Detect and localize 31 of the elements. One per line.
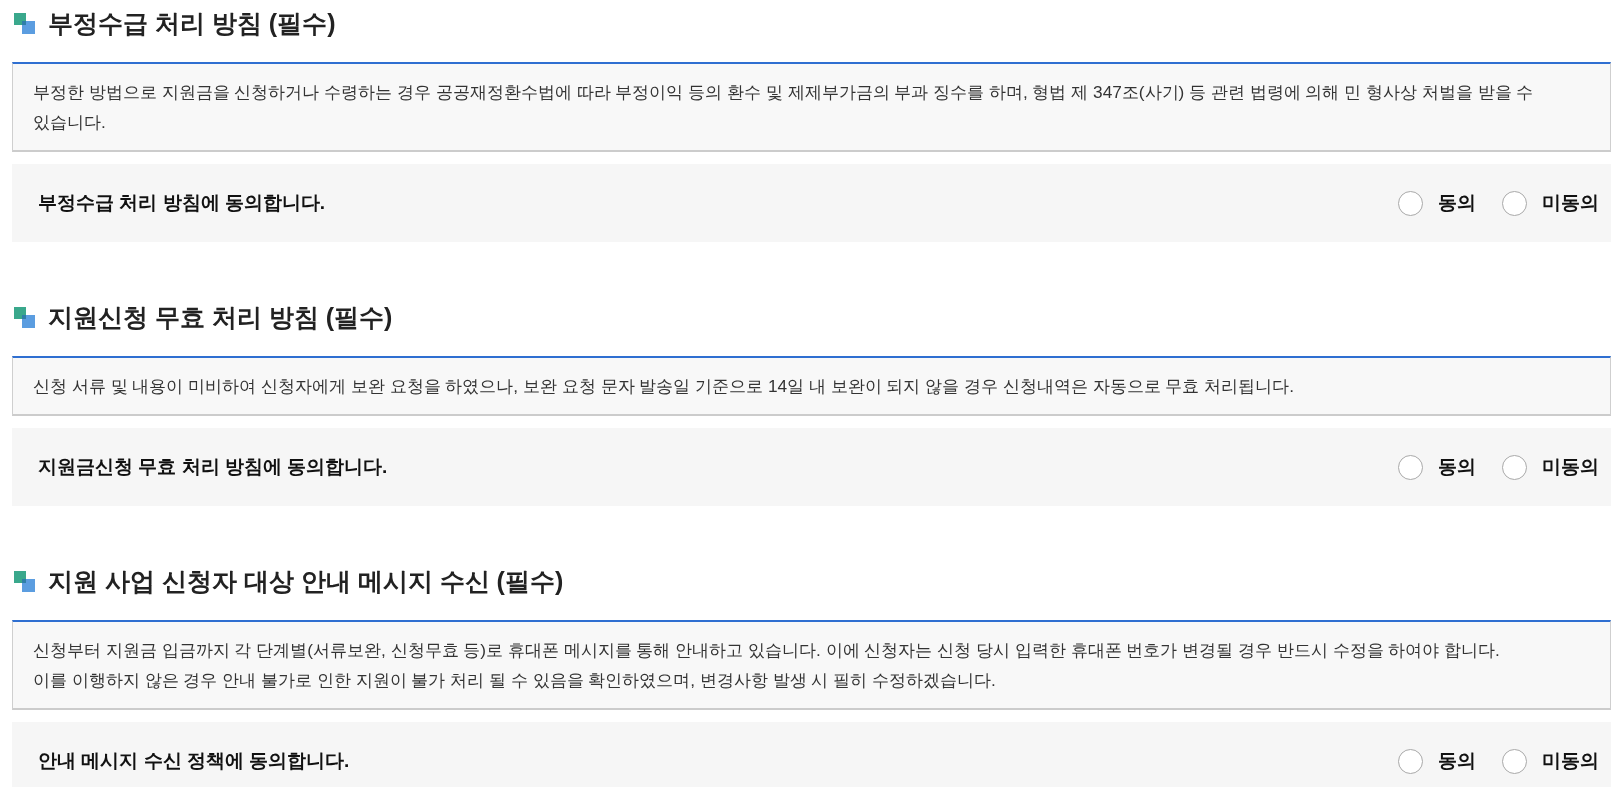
radio-label: 미동의	[1542, 748, 1599, 773]
radio-label: 미동의	[1542, 454, 1599, 479]
radio-option[interactable]: 미동의	[1502, 746, 1599, 776]
overlapping-squares-icon	[14, 12, 35, 34]
radio-option[interactable]: 동의	[1398, 452, 1476, 482]
radio-label: 동의	[1438, 454, 1476, 479]
radio-button[interactable]	[1502, 190, 1527, 216]
section-title: 부정수급 처리 방침 (필수)	[48, 8, 336, 39]
radio-button[interactable]	[1398, 748, 1423, 774]
section-title: 지원 사업 신청자 대상 안내 메시지 수신 (필수)	[48, 566, 564, 597]
radio-option[interactable]: 동의	[1398, 188, 1476, 218]
overlapping-squares-icon	[14, 306, 35, 328]
radio-label: 미동의	[1542, 190, 1599, 215]
radio-option[interactable]: 미동의	[1502, 188, 1599, 218]
radio-button[interactable]	[1502, 748, 1527, 774]
notice-text: 이를 이행하지 않은 경우 안내 불가로 인한 지원이 불가 처리 될 수 있음을 확인하였으며, 변경사항 발생 시 필히 수정하겠습니다.	[33, 669, 997, 692]
radio-button[interactable]	[1398, 190, 1423, 216]
radio-button[interactable]	[1502, 454, 1527, 480]
notice-text: 신청 서류 및 내용이 미비하여 신청자에게 보완 요청을 하였으나, 보완 요청 문자 발송일 기준으로 14일 내 보완이 되지 않을 경우 신청내역은 자동으로 무효 처리됩니다.	[33, 375, 1295, 398]
agreement-label: 안내 메시지 수신 정책에 동의합니다.	[38, 748, 350, 773]
overlapping-squares-icon	[14, 570, 35, 592]
agreement-label: 지원금신청 무효 처리 방침에 동의합니다.	[38, 454, 388, 479]
section-title: 지원신청 무효 처리 방침 (필수)	[48, 302, 393, 333]
radio-option[interactable]: 동의	[1398, 746, 1476, 776]
notice-text: 부정한 방법으로 지원금을 신청하거나 수령하는 경우 공공재정환수법에 따라 부정이익 등의 환수 및 제제부가금의 부과 징수를 하며, 형법 제 347조(사기) 등 관련 법령에 의해 민 형사상 처벌을 받을 수 있습니다.	[33, 81, 1535, 134]
notice-text: 신청부터 지원금 입금까지 각 단계별(서류보완, 신청무효 등)로 휴대폰 메시지를 통해 안내하고 있습니다. 이에 신청자는 신청 당시 입력한 휴대폰 번호가 변경될 경우 반드시 수정을 하여야 합니다.	[33, 639, 1501, 662]
radio-label: 동의	[1438, 748, 1476, 773]
radio-button[interactable]	[1398, 454, 1423, 480]
agreement-label: 부정수급 처리 방침에 동의합니다.	[38, 190, 326, 215]
radio-option[interactable]: 미동의	[1502, 452, 1599, 482]
radio-label: 동의	[1438, 190, 1476, 215]
